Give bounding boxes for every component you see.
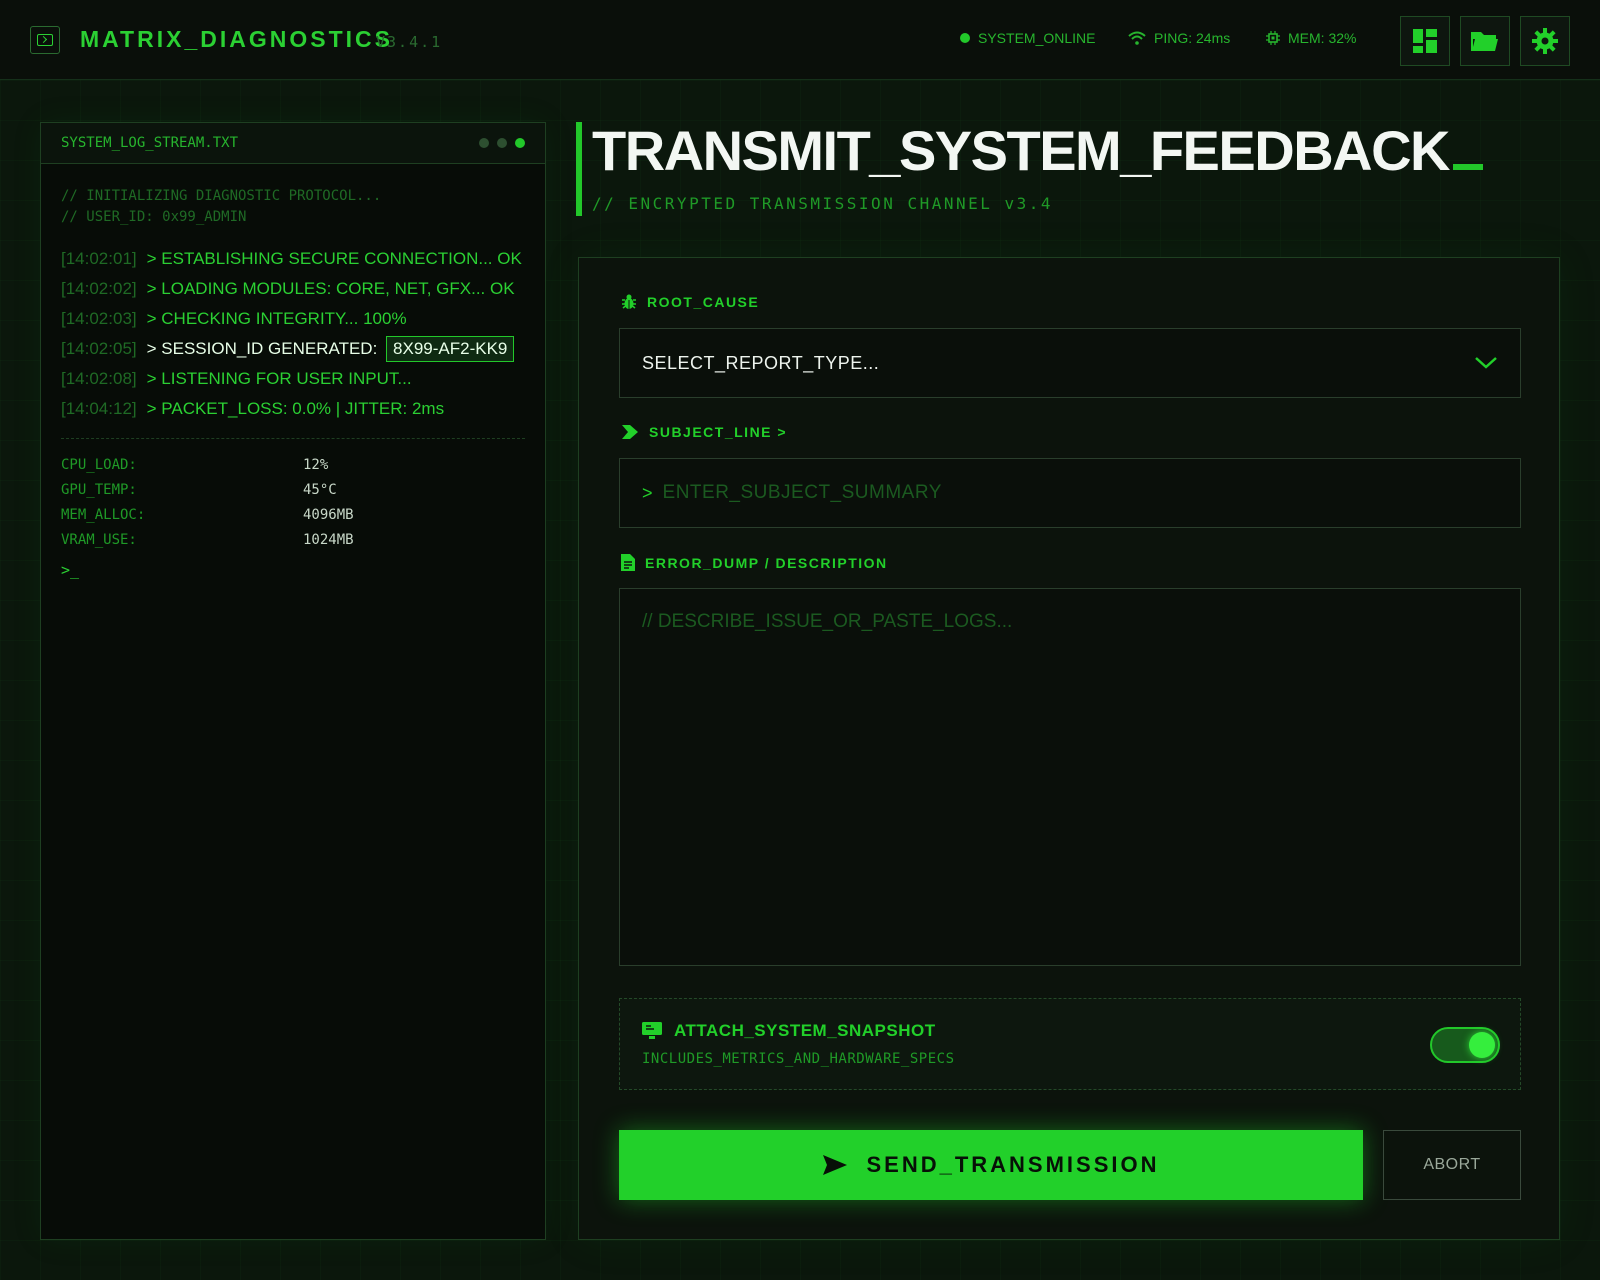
description-label: ERROR_DUMP / DESCRIPTION [621,554,888,571]
stat-row: GPU_TEMP: 45°C [61,478,525,503]
subject-label: SUBJECT_LINE > [621,424,787,440]
mem-label: MEM: 32% [1288,30,1357,46]
stat-value: 45°C [303,482,337,498]
window-dot-icon [497,138,507,148]
monitor-icon [642,1022,662,1039]
status-mem: MEM: 32% [1266,30,1356,46]
log-text: > LISTENING FOR USER INPUT... [146,369,412,388]
divider [61,438,525,439]
stat-value: 1024MB [303,532,354,548]
stat-row: MEM_ALLOC: 4096MB [61,503,525,528]
status-dot-icon [960,33,970,43]
log-comment: // INITIALIZING DIAGNOSTIC PROTOCOL... [61,188,382,204]
subject-caret: > [642,482,653,503]
snapshot-title: ATTACH_SYSTEM_SNAPSHOT [642,1021,936,1041]
log-comment: // USER_ID: 0x99_ADMIN [61,209,247,225]
root-cause-value: SELECT_REPORT_TYPE... [642,352,880,373]
subject-field[interactable]: > [619,458,1521,528]
session-id-badge: 8X99-AF2-KK9 [386,336,515,362]
window-dot-icon [479,138,489,148]
log-text: > ESTABLISHING SECURE CONNECTION... OK [146,249,522,268]
log-timestamp: [14:02:03] [61,309,137,328]
log-timestamp: [14:02:01] [61,249,137,268]
log-line: [14:02:05] > SESSION_ID GENERATED: 8X99-A… [61,334,525,364]
send-icon [823,1155,848,1175]
terminal-prompt[interactable]: >_ [61,561,525,579]
cursor-icon [1452,164,1483,170]
description-label-text: ERROR_DUMP / DESCRIPTION [645,554,888,571]
stat-row: CPU_LOAD: 12% [61,453,525,478]
chevron-right-icon [622,425,638,439]
snapshot-subtitle: INCLUDES_METRICS_AND_HARDWARE_SPECS [642,1051,955,1067]
window-dot-icon [515,138,525,148]
stat-key: CPU_LOAD: [61,457,137,473]
dashboard-icon [1413,29,1437,53]
send-transmission-button[interactable]: SEND_TRANSMISSION [619,1130,1363,1200]
log-line: [14:02:08] > LISTENING FOR USER INPUT... [61,364,525,394]
root-cause-label-text: ROOT_CAUSE [647,294,760,310]
stat-key: GPU_TEMP: [61,482,137,498]
log-timestamp: [14:02:05] [61,339,137,358]
stat-value: 4096MB [303,507,354,523]
log-lines: [14:02:01] > ESTABLISHING SECURE CONNECTI… [61,244,525,424]
chip-icon [1266,31,1280,45]
toggle-knob [1469,1032,1495,1058]
snapshot-option: ATTACH_SYSTEM_SNAPSHOT INCLUDES_METRICS_… [619,998,1521,1090]
chevron-down-icon [1475,357,1497,369]
terminal-icon [30,26,60,54]
feedback-form: ROOT_CAUSE SELECT_REPORT_TYPE... SUBJECT… [578,257,1560,1240]
log-timestamp: [14:02:02] [61,279,137,298]
log-timestamp: [14:02:08] [61,369,137,388]
stat-key: MEM_ALLOC: [61,507,146,523]
status-online: SYSTEM_ONLINE [960,30,1095,46]
gear-icon [1532,28,1558,54]
log-text: > LOADING MODULES: CORE, NET, GFX... OK [146,279,515,298]
document-icon [621,554,635,571]
log-text: > SESSION_ID GENERATED: [146,339,378,358]
log-filename: SYSTEM_LOG_STREAM.TXT [61,135,239,151]
log-timestamp: [14:04:12] [61,399,137,418]
abort-button[interactable]: ABORT [1383,1130,1521,1200]
app-version: V3.4.1 [376,33,443,51]
page-title: TRANSMIT_SYSTEM_FEEDBACK [592,118,1483,183]
wifi-icon [1128,31,1146,45]
root-cause-select[interactable]: SELECT_REPORT_TYPE... [619,328,1521,398]
log-text: > CHECKING INTEGRITY... 100% [146,309,407,328]
log-line: [14:02:01] > ESTABLISHING SECURE CONNECTI… [61,244,525,274]
app-title: MATRIX_DIAGNOSTICS [80,26,393,52]
stat-key: VRAM_USE: [61,532,137,548]
root-cause-label: ROOT_CAUSE [621,294,759,310]
snapshot-title-text: ATTACH_SYSTEM_SNAPSHOT [674,1021,936,1040]
folder-button[interactable] [1460,16,1510,66]
send-label: SEND_TRANSMISSION [866,1152,1160,1177]
dashboard-button[interactable] [1400,16,1450,66]
stat-row: VRAM_USE: 1024MB [61,528,525,553]
status-ping: PING: 24ms [1128,30,1230,46]
log-line: [14:02:02] > LOADING MODULES: CORE, NET, … [61,274,525,304]
settings-button[interactable] [1520,16,1570,66]
bug-icon [622,294,636,309]
log-panel: SYSTEM_LOG_STREAM.TXT // INITIALIZING DI… [40,122,546,1240]
top-bar: MATRIX_DIAGNOSTICS V3.4.1 SYSTEM_ONLINE … [0,0,1600,80]
subject-input[interactable] [662,482,1498,504]
log-panel-header: SYSTEM_LOG_STREAM.TXT [41,123,545,164]
log-body: // INITIALIZING DIAGNOSTIC PROTOCOL... /… [41,164,545,579]
title-accent-bar [576,122,582,216]
page-subtitle: // ENCRYPTED TRANSMISSION CHANNEL v3.4 [592,194,1054,213]
page-title-text: TRANSMIT_SYSTEM_FEEDBACK [592,119,1450,182]
status-online-label: SYSTEM_ONLINE [978,30,1096,46]
snapshot-toggle[interactable] [1430,1027,1500,1063]
folder-icon [1471,32,1498,51]
log-text: > PACKET_LOSS: 0.0% | JITTER: 2ms [146,399,445,418]
window-dots [479,138,525,148]
subject-label-text: SUBJECT_LINE > [649,424,788,440]
description-textarea[interactable] [642,611,1498,943]
stat-value: 12% [303,457,329,473]
log-line: [14:02:03] > CHECKING INTEGRITY... 100% [61,304,525,334]
description-field[interactable] [619,588,1521,966]
ping-label: PING: 24ms [1154,30,1231,46]
log-line: [14:04:12] > PACKET_LOSS: 0.0% | JITTER: … [61,394,525,424]
